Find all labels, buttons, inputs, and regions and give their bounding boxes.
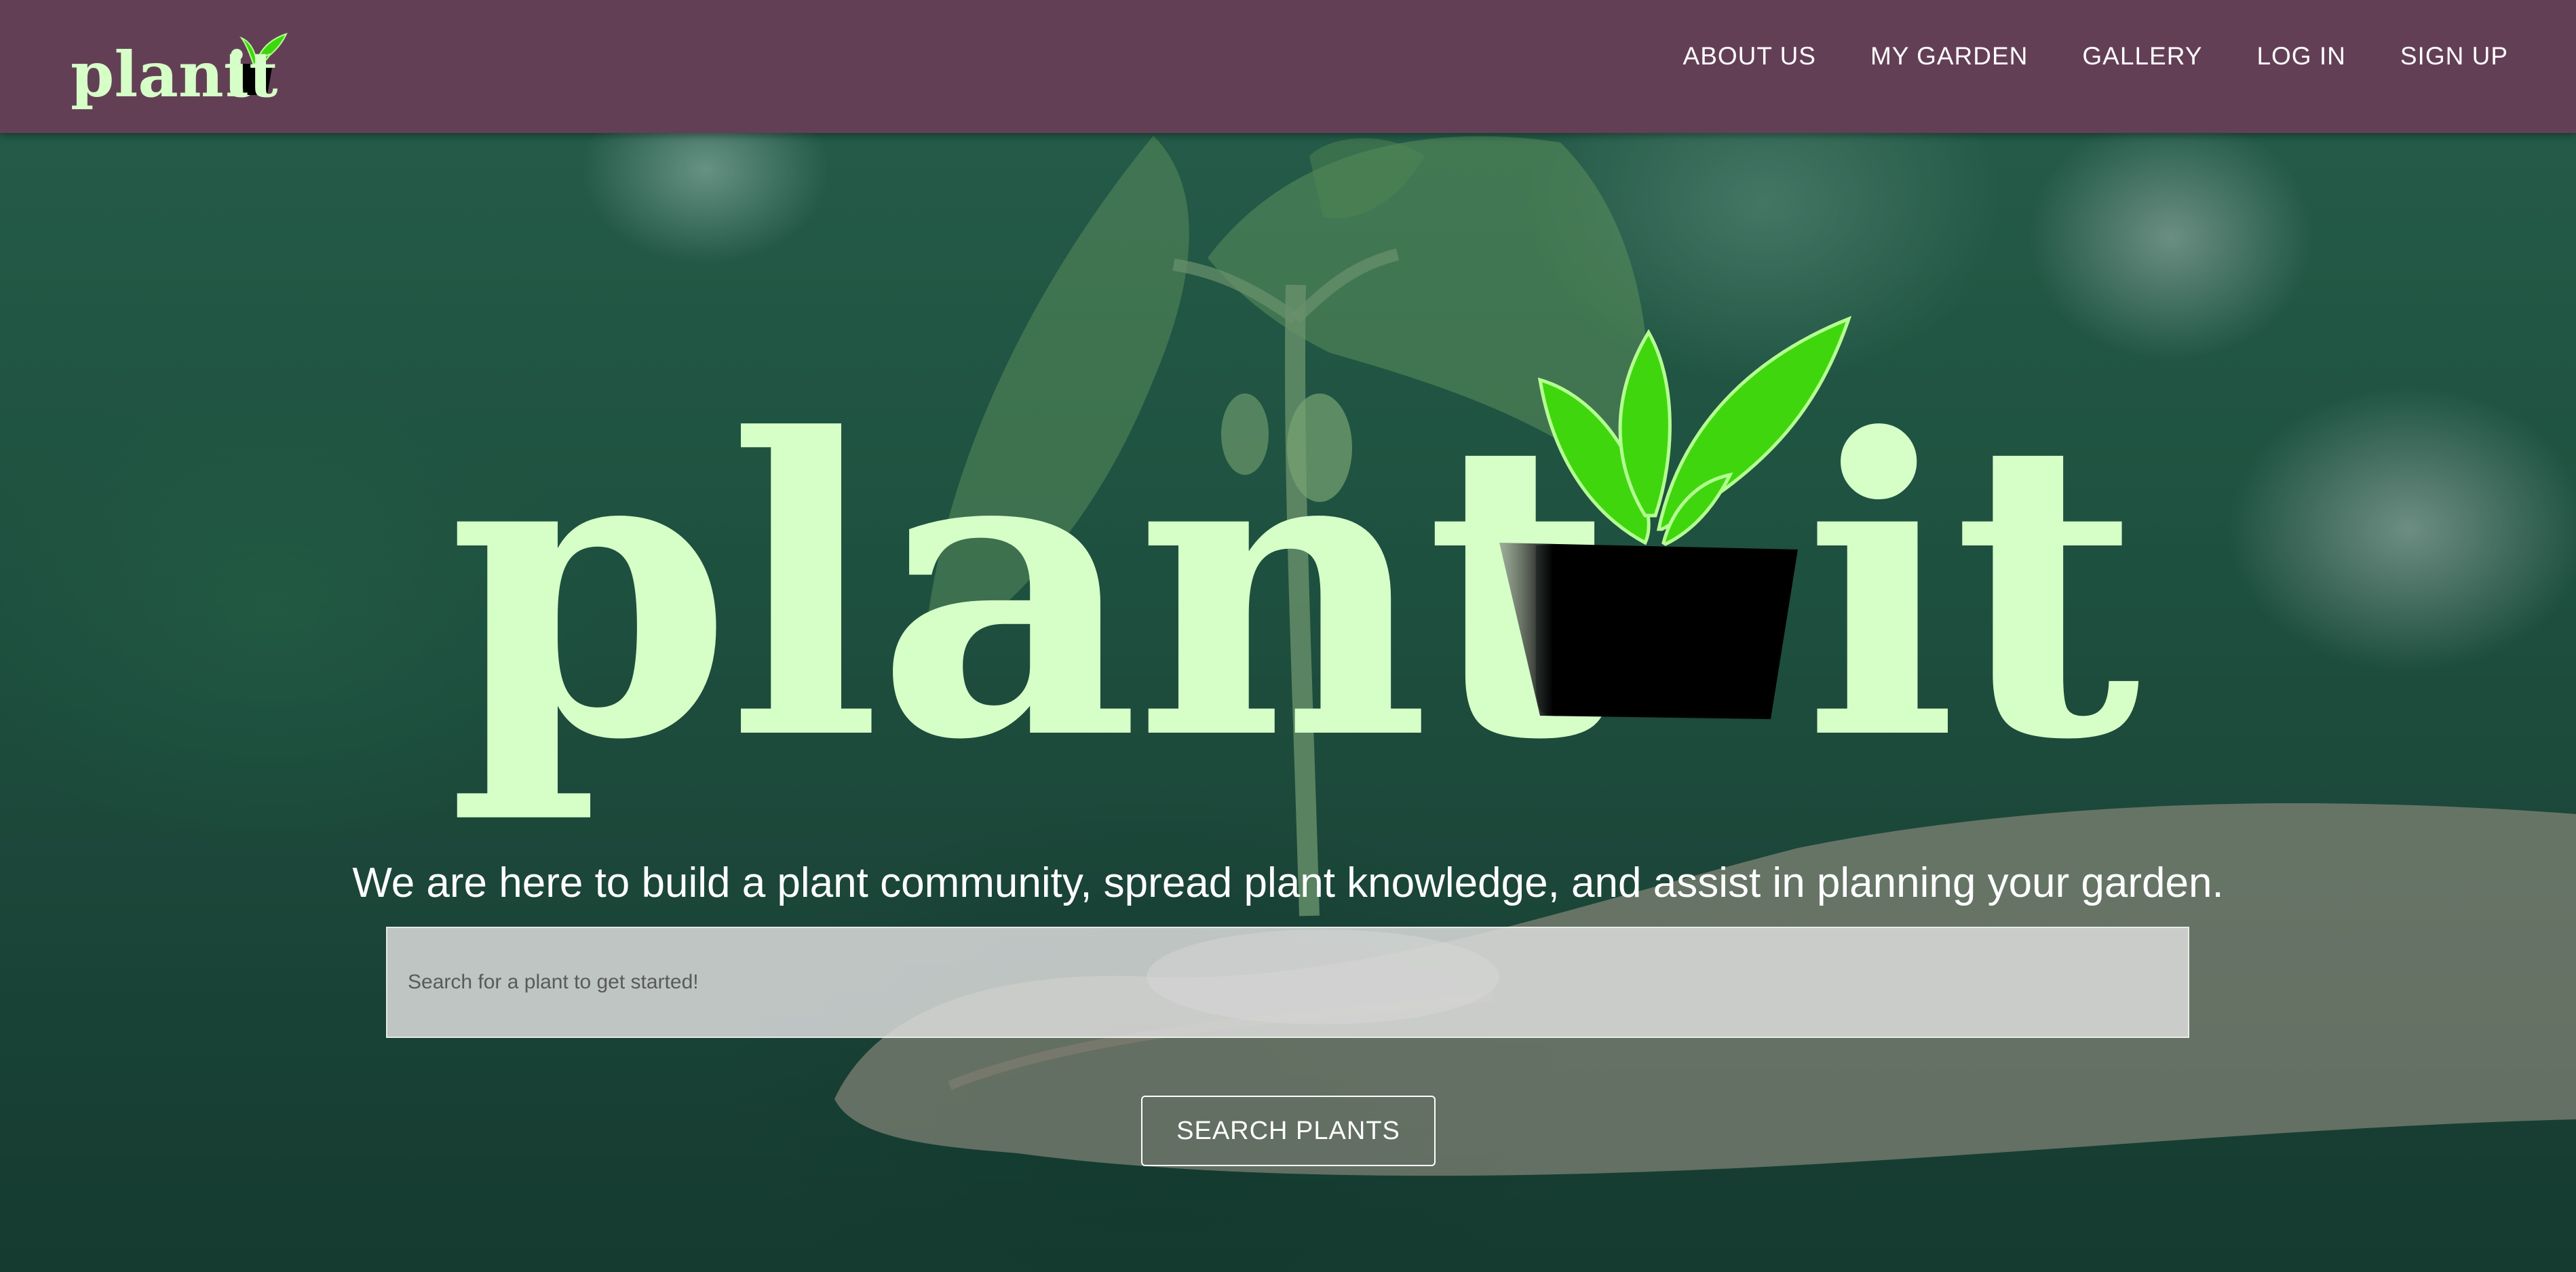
- nav-my-garden[interactable]: MY GARDEN: [1870, 42, 2028, 71]
- brand-name-part2: it: [225, 38, 278, 111]
- search-plants-button[interactable]: SEARCH PLANTS: [1141, 1096, 1436, 1166]
- top-navbar: plant it ABOUT US MY GARDEN GALLERY LOG …: [0, 0, 2576, 133]
- hero-tagline: We are here to build a plant community, …: [352, 860, 2224, 906]
- plant-search-input[interactable]: [386, 927, 2189, 1038]
- nav-sign-up[interactable]: SIGN UP: [2400, 42, 2508, 71]
- nav-log-in[interactable]: LOG IN: [2256, 42, 2345, 71]
- hero-logo-part1: plant: [448, 351, 1613, 829]
- brand-logo[interactable]: plant it: [71, 23, 315, 111]
- hero-logo-part2: it: [1803, 351, 2140, 829]
- hero-logo: plant it: [448, 244, 2157, 801]
- nav-about-us[interactable]: ABOUT US: [1683, 42, 1816, 71]
- nav-gallery[interactable]: GALLERY: [2082, 42, 2202, 71]
- main-navigation: ABOUT US MY GARDEN GALLERY LOG IN SIGN U…: [1683, 42, 2508, 71]
